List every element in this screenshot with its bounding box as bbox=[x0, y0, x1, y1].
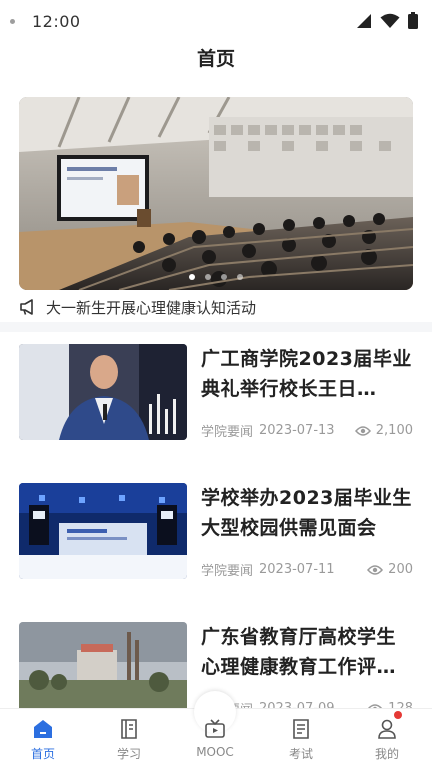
page-title: 首页 bbox=[196, 48, 235, 70]
news-category: 学院要闻 bbox=[201, 425, 254, 440]
banner-caption: 大一新生开展心理健康认知活动 bbox=[46, 298, 257, 317]
status-icons bbox=[356, 12, 418, 29]
tab-label: 学习 bbox=[116, 747, 141, 761]
carousel-dot[interactable] bbox=[205, 274, 211, 280]
battery-icon bbox=[408, 12, 418, 29]
tab-home[interactable]: 首页 bbox=[0, 709, 86, 768]
tab-label: 考试 bbox=[288, 747, 313, 761]
notice-bar[interactable]: 大一新生开展心理健康认知活动 bbox=[19, 293, 413, 321]
tab-label: MOOC bbox=[196, 745, 234, 759]
news-meta: 学院要闻 2023-07-13 2,100 bbox=[201, 421, 413, 440]
exam-icon bbox=[293, 719, 309, 739]
tab-label: 首页 bbox=[30, 747, 55, 761]
carousel-dot[interactable] bbox=[237, 274, 243, 280]
news-views: 2,100 bbox=[354, 423, 413, 438]
carousel-dot[interactable] bbox=[221, 274, 227, 280]
news-category: 学院要闻 bbox=[201, 564, 254, 579]
tab-mooc[interactable]: MOOC bbox=[172, 691, 258, 768]
status-time: 12:00 bbox=[32, 12, 81, 31]
banner-carousel[interactable] bbox=[19, 97, 413, 290]
home-icon bbox=[34, 720, 52, 738]
news-thumbnail bbox=[19, 483, 187, 579]
tv-icon bbox=[205, 719, 225, 738]
news-title: 广东省教育厅高校学生心理健康教育工作评… bbox=[201, 626, 397, 678]
news-title: 广工商学院2023届毕业典礼举行校长王日… bbox=[201, 348, 412, 400]
news-view-count: 200 bbox=[388, 562, 413, 577]
carousel-dot[interactable] bbox=[189, 274, 195, 280]
eye-icon bbox=[367, 564, 384, 575]
news-date: 2023-07-11 bbox=[259, 562, 335, 577]
bottom-tab-bar: 首页 学习 MOOC 考试 我的 bbox=[0, 691, 432, 768]
news-item[interactable]: 学校举办2023届毕业生大型校园供需见面会 学院要闻 2023-07-11 20… bbox=[19, 483, 413, 583]
notification-dot bbox=[10, 19, 15, 24]
news-thumbnail bbox=[19, 344, 187, 440]
signal-icon bbox=[357, 13, 371, 28]
tab-study[interactable]: 学习 bbox=[86, 709, 172, 768]
megaphone-icon bbox=[20, 299, 33, 315]
book-icon bbox=[121, 719, 137, 739]
banner-image bbox=[19, 97, 413, 290]
news-title: 学校举办2023届毕业生大型校园供需见面会 bbox=[201, 487, 412, 539]
carousel-indicators bbox=[19, 274, 413, 280]
user-icon bbox=[378, 719, 396, 739]
news-date: 2023-07-13 bbox=[259, 423, 335, 438]
eye-icon bbox=[354, 425, 371, 436]
notification-badge bbox=[394, 711, 402, 719]
news-meta: 学院要闻 2023-07-11 200 bbox=[201, 560, 413, 579]
news-view-count: 2,100 bbox=[375, 423, 413, 438]
news-item[interactable]: 广工商学院2023届毕业典礼举行校长王日… 学院要闻 2023-07-13 2,… bbox=[19, 344, 413, 444]
tab-label: 我的 bbox=[374, 747, 399, 761]
page-header: 首页 bbox=[0, 44, 432, 86]
news-thumbnail bbox=[19, 622, 187, 718]
status-bar: 12:00 bbox=[0, 0, 432, 44]
news-views: 200 bbox=[367, 562, 413, 577]
tab-exam[interactable]: 考试 bbox=[258, 709, 344, 768]
wifi-icon bbox=[380, 13, 400, 28]
section-divider bbox=[0, 322, 432, 332]
tab-profile[interactable]: 我的 bbox=[344, 709, 430, 768]
